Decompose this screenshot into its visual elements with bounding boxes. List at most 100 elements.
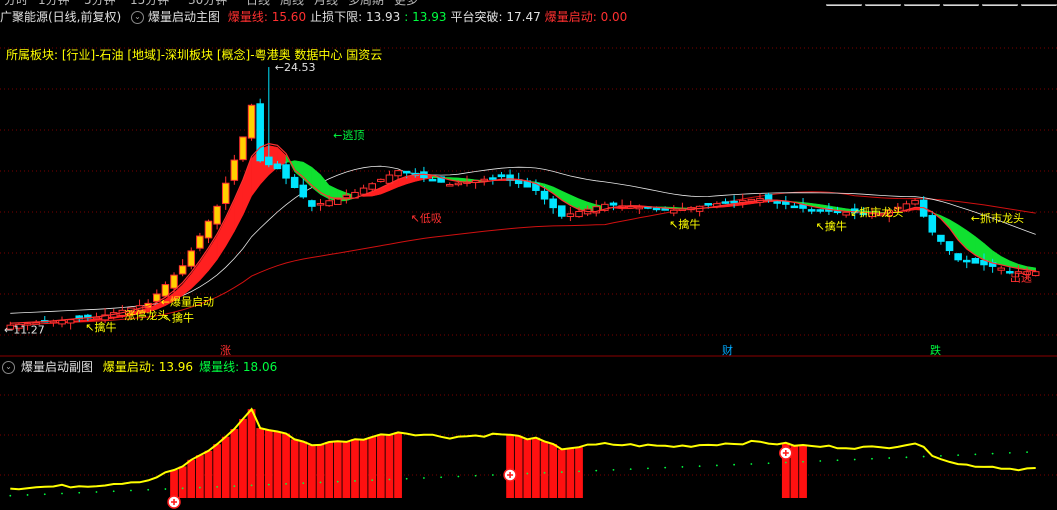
candle-body	[661, 208, 669, 211]
sub-bar	[351, 439, 359, 498]
candle-body	[635, 206, 644, 210]
candle-body	[213, 205, 221, 225]
sub-bar	[195, 455, 204, 498]
marker-1: 财	[722, 343, 733, 357]
candle-body	[962, 259, 971, 263]
sub-startup-line	[10, 407, 1036, 491]
sub-dot	[560, 471, 563, 473]
candle-body	[842, 211, 850, 216]
sub-dot	[130, 489, 132, 492]
sub-dot	[853, 458, 856, 461]
candle-body	[549, 198, 557, 209]
sub-bar	[204, 450, 213, 498]
sub-dot	[784, 461, 787, 464]
sub-dot	[371, 479, 374, 482]
buy-low-label: ↖低吸	[411, 212, 442, 225]
sub-bar	[575, 447, 583, 498]
candle-body	[273, 163, 282, 170]
candle-body	[945, 241, 954, 252]
candle-body	[428, 178, 437, 182]
sub-dot	[354, 480, 356, 482]
sub-bar	[316, 444, 325, 498]
candle-body	[928, 215, 937, 233]
candle-body	[325, 200, 333, 207]
sub-bar	[376, 434, 385, 498]
ribbon-band	[552, 186, 563, 201]
candle-body	[153, 293, 161, 302]
sub-dot	[681, 466, 684, 468]
sub-dot	[440, 476, 443, 479]
quit-label: 出逃	[1010, 271, 1032, 285]
sub-bar	[385, 435, 394, 498]
high-price-label: ←24.53	[275, 61, 316, 74]
sub-indicator-name[interactable]: 爆量启动副图	[21, 360, 93, 374]
candle-body	[773, 201, 781, 204]
sub-indicator-settings-icon[interactable]: ⌄	[2, 361, 15, 374]
sub-bar	[333, 441, 342, 498]
candle-body	[299, 184, 308, 198]
sub-bar	[290, 439, 299, 498]
sub-bar	[514, 435, 523, 498]
sub-dot	[164, 488, 167, 490]
sub-dot	[198, 486, 201, 489]
sub-dot	[905, 456, 908, 459]
candle-body	[308, 200, 316, 207]
ribbon-band	[311, 166, 321, 195]
candle-body	[170, 274, 178, 289]
sub-dot	[457, 475, 460, 478]
candle-body	[359, 187, 368, 195]
sub-dot	[405, 477, 408, 480]
candle-body	[239, 136, 247, 161]
sub-dot	[629, 468, 632, 471]
sub-dot	[957, 454, 960, 457]
sub-dot	[991, 452, 994, 455]
candle-body	[402, 170, 411, 174]
candle-body	[394, 170, 402, 177]
sub-bar	[368, 436, 377, 498]
candle-body	[558, 205, 566, 217]
sub-bar	[557, 449, 566, 498]
sub-bar	[549, 444, 558, 498]
candle-body	[721, 201, 730, 204]
sub-dot	[940, 454, 942, 457]
sub-dot	[9, 494, 12, 497]
chart-canvas[interactable]: ←24.53←11.27←逃顶↖低吸↖擒牛↖擒牛↖擒牛 ↖擒牛←爆量启动涨停龙头↙…	[0, 0, 1057, 510]
sub-label-1: 爆量线:	[199, 360, 240, 374]
sub-dot	[423, 477, 425, 479]
candle-body	[58, 319, 66, 325]
leader-label-b: ↙抓市龙头	[850, 205, 903, 219]
candle-body	[445, 184, 454, 187]
candle-body	[954, 253, 962, 261]
sub-dot	[285, 482, 287, 485]
sub-label-0: 爆量启动:	[102, 360, 155, 374]
candle-body	[911, 199, 919, 205]
sub-dot	[78, 491, 81, 494]
sub-dot	[612, 468, 615, 471]
sub-bar	[299, 441, 308, 498]
marker-2: 跌	[930, 343, 941, 357]
sub-dot	[664, 466, 667, 469]
sub-dot	[698, 465, 701, 468]
candle-body	[609, 202, 618, 206]
sub-bar	[325, 442, 334, 498]
catch-label-a: ↖擒牛	[85, 320, 116, 334]
candle-body	[368, 183, 376, 190]
candle-body	[790, 205, 799, 209]
sub-dot	[526, 472, 529, 475]
sub-dot	[888, 457, 891, 459]
sub-bar	[213, 444, 221, 498]
sub-bar	[282, 433, 290, 498]
sub-bar	[178, 466, 187, 498]
sub-dot	[578, 470, 580, 473]
sub-dot	[543, 471, 546, 474]
sub-dot	[767, 462, 770, 465]
sub-dot	[974, 453, 977, 456]
ribbon-band	[957, 224, 968, 250]
candle-body	[575, 210, 583, 218]
candle-body	[377, 178, 385, 182]
candle-body	[489, 177, 497, 180]
candle-body	[497, 174, 506, 178]
candle-body	[230, 159, 239, 181]
candle-body	[937, 234, 945, 242]
candle-body	[971, 257, 980, 264]
